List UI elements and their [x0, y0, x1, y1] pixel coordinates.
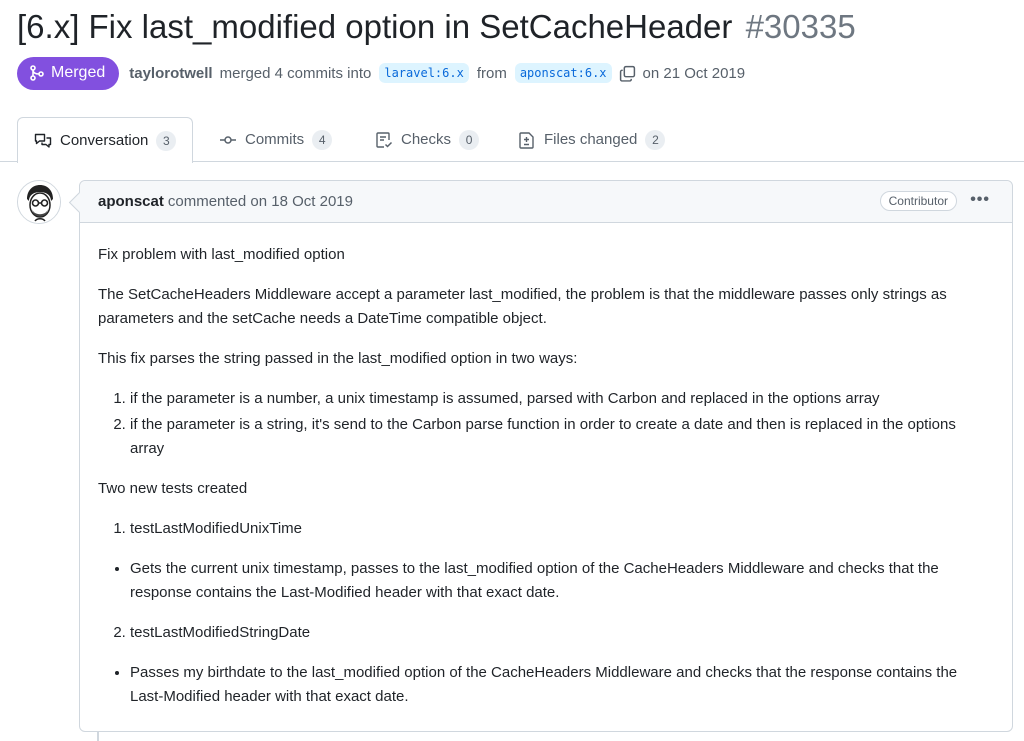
tab-checks[interactable]: Checks 0: [375, 117, 480, 162]
bullet-list: Gets the current unix timestamp, passes …: [98, 557, 994, 605]
comment-author-link[interactable]: aponscat: [98, 193, 164, 210]
list-item: if the parameter is a number, a unix tim…: [130, 387, 994, 411]
tab-counter: 0: [459, 129, 480, 150]
ordered-list: testLastModifiedStringDate: [98, 621, 994, 645]
paragraph: This fix parses the string passed in the…: [98, 350, 578, 367]
list-item: if the parameter is a string, it's send …: [130, 413, 994, 461]
tab-counter: 4: [312, 129, 333, 150]
merged-state-badge: Merged: [17, 56, 120, 90]
ordered-list: if the parameter is a number, a unix tim…: [98, 387, 994, 461]
git-merge-icon: [30, 65, 44, 81]
timeline-line: [97, 731, 99, 741]
pr-tabs: Conversation 3 Commits 4 Checks 0 Files …: [0, 117, 1024, 163]
pr-meta: Merged taylorotwell merged 4 commits int…: [17, 56, 748, 90]
pull-request-page: [6.x] Fix last_modified option in SetCac…: [0, 0, 1024, 741]
tab-counter: 3: [156, 130, 177, 151]
comment-timestamp[interactable]: commented on 18 Oct 2019: [168, 193, 353, 210]
tab-label: Files changed: [544, 131, 638, 148]
comment-header: aponscat commented on 18 Oct 2019 Contri…: [80, 181, 1012, 223]
ordered-list: testLastModifiedUnixTime: [98, 517, 994, 541]
base-branch-link[interactable]: laravel:6.x: [379, 63, 469, 83]
head-branch-link[interactable]: aponscat:6.x: [514, 63, 612, 83]
checklist-icon: [376, 131, 393, 148]
tab-commits[interactable]: Commits 4: [219, 117, 333, 162]
list-item: Passes my birthdate to the last_modified…: [130, 661, 994, 709]
tab-label: Conversation: [60, 132, 149, 149]
merge-date: on 21 Oct 2019: [642, 64, 746, 82]
comment-box: aponscat commented on 18 Oct 2019 Contri…: [79, 180, 1013, 732]
state-label: Merged: [51, 64, 106, 81]
merger-link[interactable]: taylorotwell: [129, 65, 212, 82]
avatar[interactable]: [17, 180, 61, 224]
comment-discussion-icon: [34, 133, 52, 148]
from-text: from: [476, 64, 507, 82]
merge-action-text: merged 4 commits into: [219, 64, 372, 82]
bullet-list: Passes my birthdate to the last_modified…: [98, 661, 994, 709]
tab-counter: 2: [645, 129, 666, 150]
kebab-menu-icon[interactable]: •••: [970, 191, 990, 209]
paragraph: Two new tests created: [98, 480, 248, 497]
paragraph: Fix problem with last_modified option: [98, 246, 345, 263]
copy-icon[interactable]: [619, 65, 636, 82]
list-item: Gets the current unix timestamp, passes …: [130, 557, 994, 605]
comment-body: Fix problem with last_modified option Th…: [80, 223, 1012, 709]
paragraph: The SetCacheHeaders Middleware accept a …: [98, 286, 947, 327]
tab-files-changed[interactable]: Files changed 2: [518, 117, 666, 162]
file-diff-icon: [519, 131, 534, 149]
page-title: [6.x] Fix last_modified option in SetCac…: [17, 6, 856, 48]
list-item: testLastModifiedUnixTime: [130, 517, 994, 541]
git-commit-icon: [220, 135, 236, 144]
tab-label: Checks: [401, 131, 452, 148]
pr-title-text: [6.x] Fix last_modified option in SetCac…: [17, 8, 733, 45]
tab-label: Commits: [245, 131, 305, 148]
pr-number: #30335: [745, 8, 856, 45]
contributor-badge: Contributor: [879, 191, 957, 211]
tab-conversation[interactable]: Conversation 3: [17, 117, 194, 163]
list-item: testLastModifiedStringDate: [130, 621, 994, 645]
